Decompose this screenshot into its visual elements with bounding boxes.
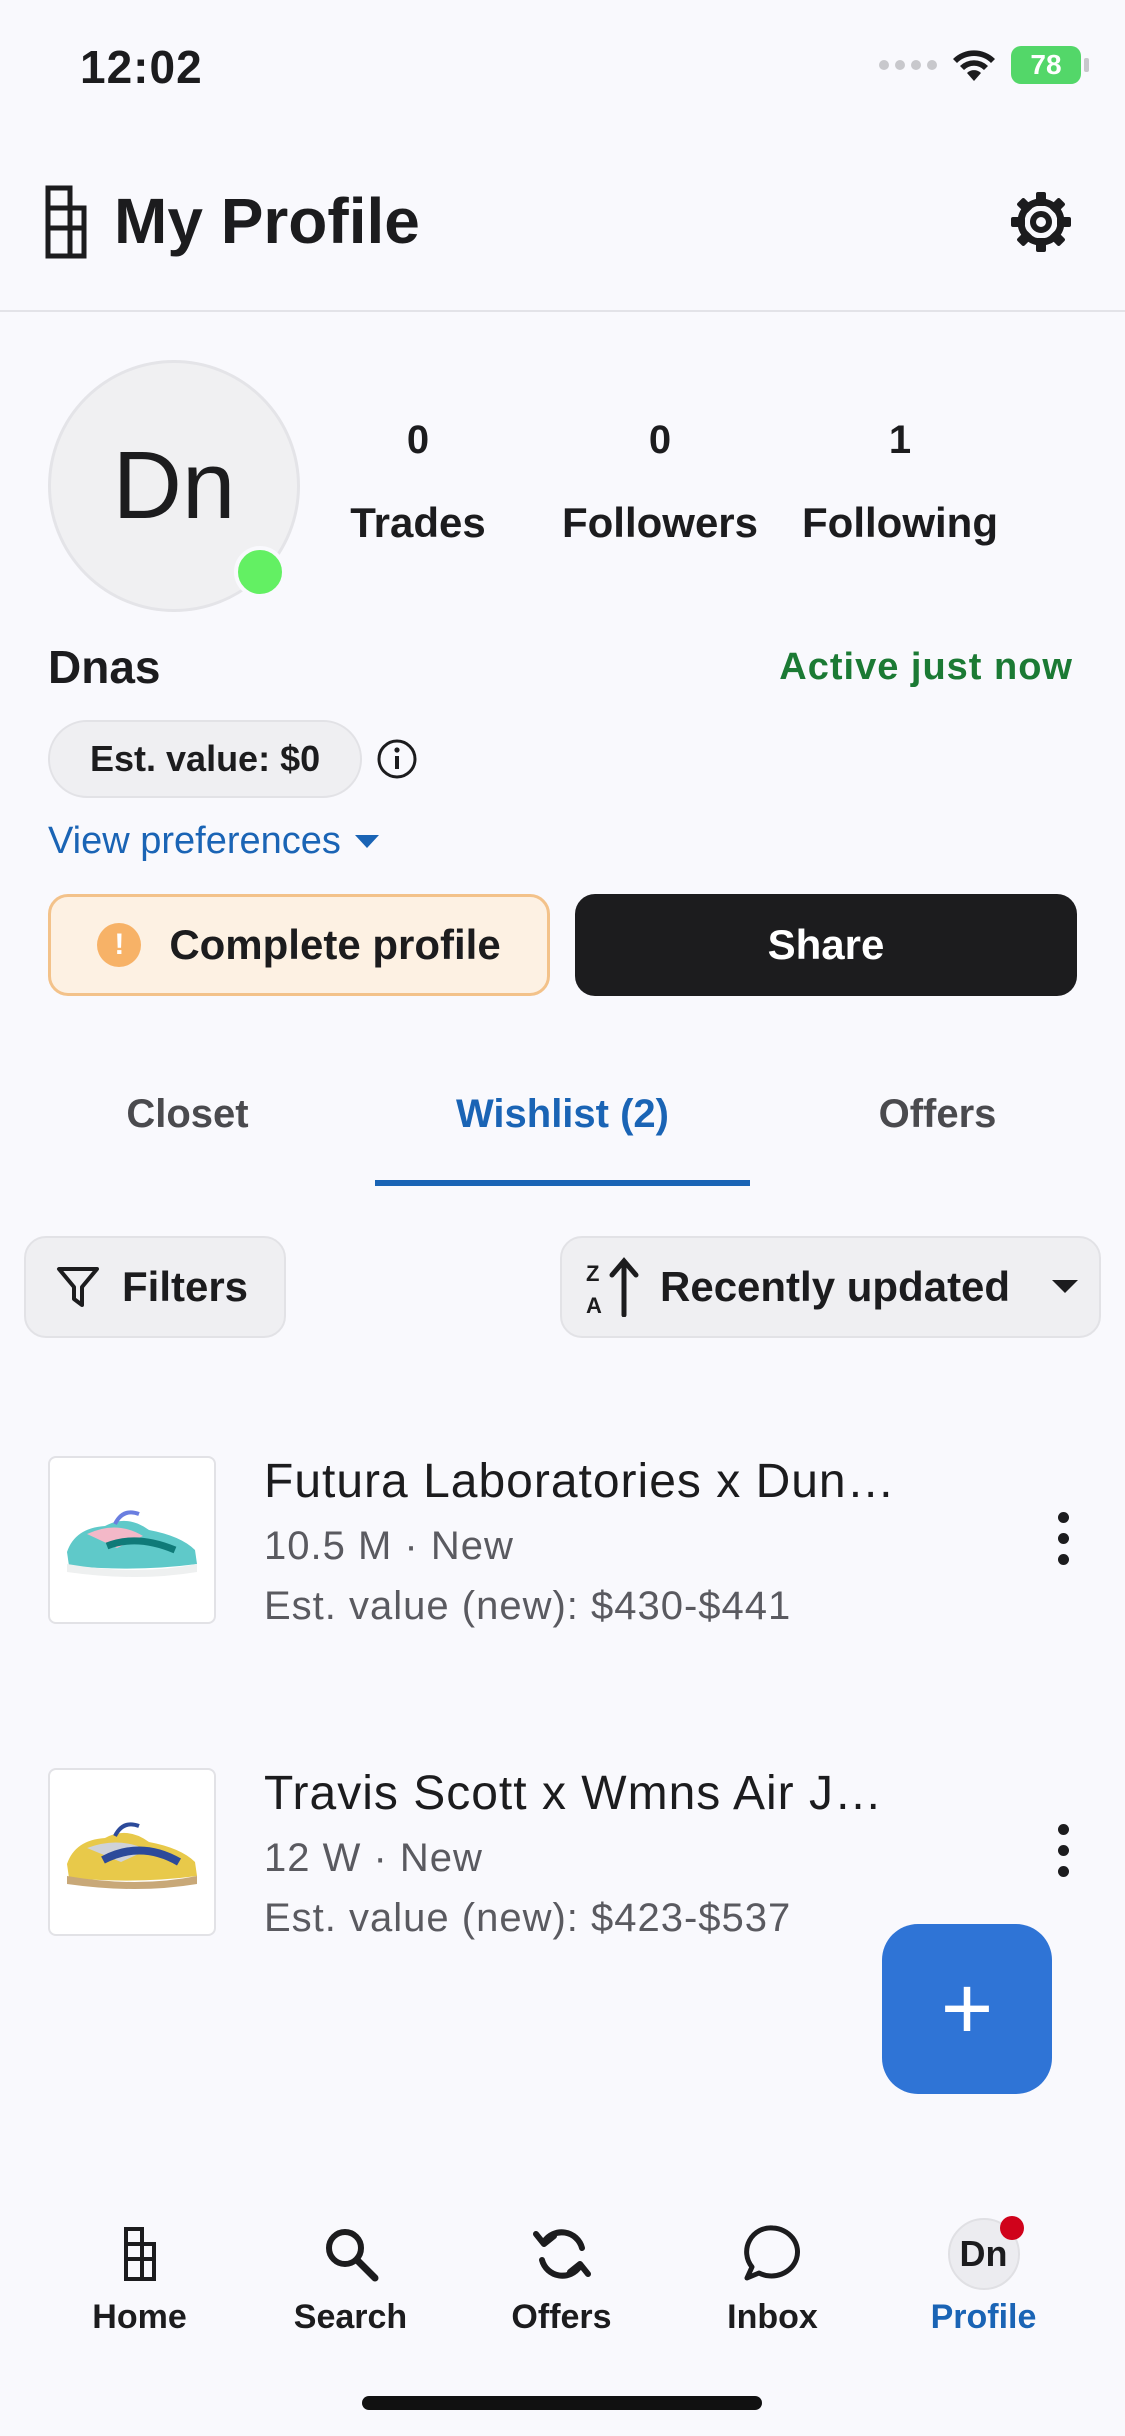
nav-label: Search bbox=[293, 2298, 408, 2336]
item-size-condition: 12 W · New bbox=[264, 1836, 483, 1880]
stat-label: Trades bbox=[350, 499, 486, 546]
stat-followers[interactable]: 0 Followers bbox=[540, 418, 780, 547]
status-time: 12:02 bbox=[80, 41, 203, 93]
share-button[interactable]: Share bbox=[575, 894, 1077, 996]
nav-offers[interactable]: Offers bbox=[449, 2214, 674, 2337]
more-options-icon[interactable] bbox=[1058, 1824, 1069, 1877]
page-title: My Profile bbox=[114, 185, 420, 257]
est-value-chip: Est. value: $0 bbox=[48, 720, 363, 798]
stat-value: 0 bbox=[406, 418, 430, 462]
svg-text:Z: Z bbox=[586, 1261, 599, 1286]
item-est-value: Est. value (new): $430-$441 bbox=[264, 1584, 792, 1628]
nav-label: Inbox bbox=[727, 2298, 818, 2336]
active-tab-indicator bbox=[375, 1180, 750, 1186]
sort-dropdown[interactable]: Z A Recently updated bbox=[560, 1236, 1101, 1338]
filter-icon bbox=[57, 1267, 99, 1307]
nav-avatar-initials: Dn bbox=[959, 2233, 1008, 2274]
caret-down-icon bbox=[354, 834, 379, 848]
nav-label: Profile bbox=[930, 2298, 1037, 2336]
complete-profile-label: Complete profile bbox=[169, 921, 501, 968]
item-title: Futura Laboratories x Dun… bbox=[264, 1455, 894, 1508]
stat-trades[interactable]: 0 Trades bbox=[298, 418, 538, 547]
nav-search[interactable]: Search bbox=[238, 2214, 463, 2337]
item-title: Travis Scott x Wmns Air J… bbox=[264, 1767, 883, 1820]
app-logo-icon bbox=[45, 185, 87, 259]
view-preferences-label: View preferences bbox=[48, 820, 341, 862]
filters-button[interactable]: Filters bbox=[24, 1236, 286, 1338]
home-indicator bbox=[362, 2396, 762, 2410]
tab-wishlist[interactable]: Wishlist (2) bbox=[375, 1092, 750, 1137]
sneaker-image bbox=[67, 1510, 197, 1577]
wifi-icon bbox=[953, 50, 995, 81]
info-icon[interactable] bbox=[376, 738, 418, 780]
nav-home[interactable]: Home bbox=[27, 2214, 252, 2337]
gear-icon[interactable] bbox=[1009, 190, 1073, 254]
sneaker-thumbnail bbox=[48, 1768, 216, 1936]
status-icons: 78 bbox=[879, 46, 1089, 84]
refresh-icon bbox=[532, 2229, 591, 2279]
online-status-dot bbox=[234, 546, 286, 598]
home-logo-icon bbox=[123, 2227, 156, 2281]
filters-label: Filters bbox=[122, 1263, 249, 1310]
chevron-down-icon bbox=[1052, 1280, 1079, 1293]
nav-inbox[interactable]: Inbox bbox=[660, 2214, 885, 2337]
nav-label: Home bbox=[92, 2298, 187, 2336]
view-preferences-link[interactable]: View preferences bbox=[48, 820, 379, 863]
list-item[interactable]: Futura Laboratories x Dun… 10.5 M · New … bbox=[0, 1455, 1125, 1656]
warning-icon: ! bbox=[97, 923, 142, 967]
sort-icon: Z A bbox=[586, 1257, 639, 1317]
more-options-icon[interactable] bbox=[1058, 1512, 1069, 1565]
notification-badge bbox=[999, 2216, 1024, 2240]
activity-status: Active just now bbox=[779, 646, 1073, 688]
battery-icon: 78 bbox=[1011, 46, 1089, 84]
username: Dnas bbox=[48, 641, 161, 693]
sort-label: Recently updated bbox=[660, 1263, 1011, 1310]
nav-avatar: Dn bbox=[947, 2216, 1024, 2290]
sneaker-image bbox=[67, 1822, 197, 1889]
svg-text:A: A bbox=[586, 1293, 602, 1317]
search-icon bbox=[325, 2229, 378, 2282]
signal-icon bbox=[879, 60, 937, 70]
nav-label: Offers bbox=[511, 2298, 612, 2336]
stat-following[interactable]: 1 Following bbox=[780, 418, 1020, 547]
app-header: My Profile bbox=[0, 140, 1125, 312]
item-size-condition: 10.5 M · New bbox=[264, 1524, 514, 1568]
chat-bubble-icon bbox=[743, 2225, 800, 2281]
complete-profile-button[interactable]: ! Complete profile bbox=[48, 894, 550, 996]
stat-label: Followers bbox=[561, 499, 759, 546]
stat-label: Following bbox=[802, 499, 998, 546]
stat-value: 1 bbox=[888, 418, 912, 462]
sneaker-thumbnail bbox=[48, 1456, 216, 1624]
stat-value: 0 bbox=[648, 418, 672, 462]
add-item-button[interactable]: + bbox=[882, 1924, 1052, 2094]
tab-offers[interactable]: Offers bbox=[750, 1092, 1125, 1137]
tab-closet[interactable]: Closet bbox=[0, 1092, 375, 1137]
item-est-value: Est. value (new): $423-$537 bbox=[264, 1896, 792, 1940]
nav-profile[interactable]: Dn Profile bbox=[871, 2214, 1096, 2337]
